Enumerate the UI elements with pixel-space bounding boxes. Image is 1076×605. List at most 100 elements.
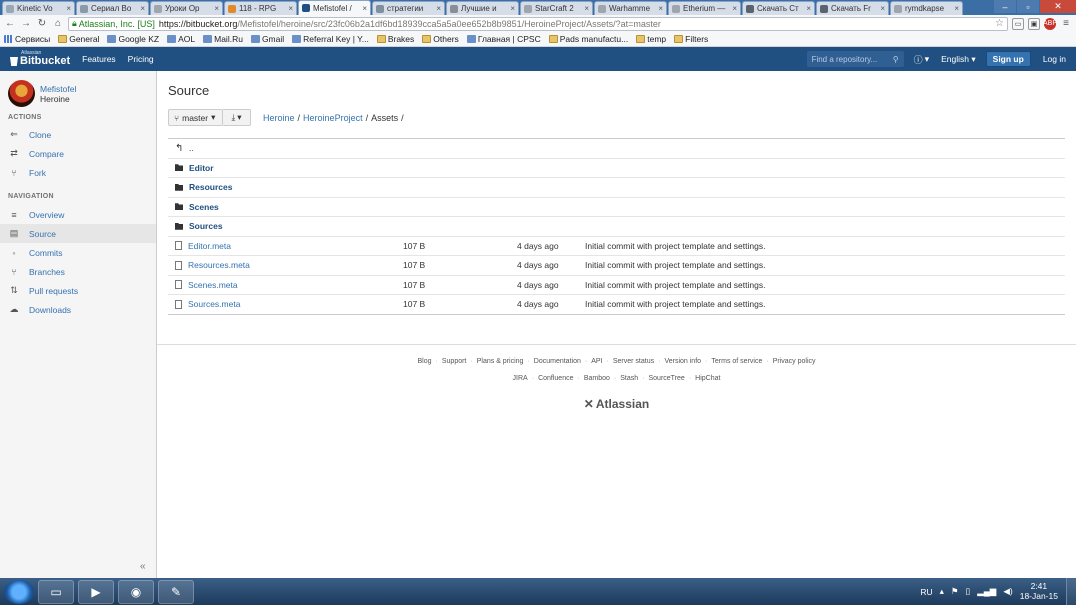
sidebar-item-pull-requests[interactable]: ⇅ Pull requests [0,281,156,300]
home-icon[interactable]: ⌂ [52,18,64,30]
browser-tab[interactable]: Уроки Ор × [150,1,223,15]
bookmark-item[interactable]: Google KZ [107,34,159,44]
folder-link[interactable]: Scenes [189,202,219,212]
device-icon[interactable]: ▯ [966,586,971,597]
tab-close-icon[interactable]: × [658,4,663,13]
bookmark-item[interactable]: Сервисы [4,34,50,44]
tab-close-icon[interactable]: × [66,4,71,13]
browser-tab[interactable]: Сериал Во × [76,1,149,15]
nav-pricing[interactable]: Pricing [128,54,154,64]
minimize-button[interactable]: – [994,0,1016,13]
tab-close-icon[interactable]: × [140,4,145,13]
footer-link[interactable]: Support [438,358,471,365]
tab-close-icon[interactable]: × [288,4,293,13]
file-row[interactable]: Resources.meta 107 B 4 days ago Initial com… [168,256,1065,276]
forward-icon[interactable]: → [20,18,32,30]
bookmark-item[interactable]: Referral Key | Y... [292,34,369,44]
footer-link[interactable]: Version info [660,358,705,365]
network-icon[interactable]: ▂▄▆ [977,586,996,597]
browser-tab[interactable]: стратегии × [372,1,445,15]
folder-link[interactable]: Editor [189,163,214,173]
action-center-flag-icon[interactable]: ⚑ [951,586,959,597]
address-bar[interactable]: 🔒︎ Atlassian, Inc. [US] https://bitbucke… [68,16,1008,31]
language-dropdown[interactable]: English ▾ [941,54,976,65]
tab-close-icon[interactable]: × [436,4,441,13]
footer-link[interactable]: HipChat [691,375,724,382]
footer-link[interactable]: Documentation [530,358,585,365]
tab-close-icon[interactable]: × [362,4,367,13]
bookmark-item[interactable]: Gmail [250,34,284,44]
bookmark-item[interactable]: temp [636,34,666,44]
bookmark-star-icon[interactable]: ☆ [995,18,1004,29]
footer-link[interactable]: SourceTree [645,375,689,382]
download-button[interactable]: ⤓ ▾ [223,109,251,126]
file-link[interactable]: Resources.meta [188,260,250,270]
sidebar-item-compare[interactable]: ⇄ Compare [0,144,156,163]
collapse-sidebar-icon[interactable]: « [140,561,146,572]
footer-link[interactable]: API [587,358,606,365]
extension-icon[interactable]: ▭ [1012,17,1024,30]
browser-tab[interactable]: Скачать Fr × [816,1,889,15]
taskbar-app-paint[interactable]: ✎ [158,579,194,604]
log-in-link[interactable]: Log in [1043,54,1066,64]
taskbar-app-explorer[interactable]: ▭ [38,579,74,604]
footer-link[interactable]: Stash [616,375,642,382]
file-link[interactable]: Sources.meta [188,299,240,309]
show-desktop-button[interactable] [1066,578,1076,605]
sign-up-button[interactable]: Sign up [985,51,1031,67]
maximize-button[interactable]: ▫ [1017,0,1039,13]
file-row[interactable]: Scenes.meta 107 B 4 days ago Initial commit… [168,276,1065,295]
owner-link[interactable]: Mefistofel [40,84,76,94]
footer-link[interactable]: Confluence [534,375,577,382]
tray-arrow-icon[interactable]: ▴ [940,586,944,597]
file-row[interactable]: Editor.meta 107 B 4 days ago Initial commit… [168,237,1065,256]
folder-row[interactable]: Scenes [168,198,1065,217]
bookmark-item[interactable]: AOL [167,34,195,44]
file-link[interactable]: Scenes.meta [188,280,238,290]
nav-features[interactable]: Features [82,54,116,64]
folder-link[interactable]: Resources [189,182,232,192]
avatar[interactable] [8,80,35,107]
footer-link[interactable]: Blog [414,358,436,365]
bookmark-item[interactable]: Mail.Ru [203,34,243,44]
browser-tab[interactable]: Kinetic Vo × [2,1,75,15]
browser-tab[interactable]: Etherium — × [668,1,741,15]
extension-icon[interactable]: ▣ [1028,17,1040,30]
browser-tab[interactable]: Лучшие и × [446,1,519,15]
browser-tab[interactable]: Warhamme × [594,1,667,15]
folder-link[interactable]: Sources [189,221,223,231]
tab-close-icon[interactable]: × [510,4,515,13]
file-row[interactable]: Sources.meta 107 B 4 days ago Initial commi… [168,295,1065,315]
tab-close-icon[interactable]: × [806,4,811,13]
tab-close-icon[interactable]: × [214,4,219,13]
sidebar-item-commits[interactable]: ◦ Commits [0,243,156,262]
browser-tab[interactable]: StarCraft 2 × [520,1,593,15]
volume-icon[interactable]: ◀) [1003,586,1012,597]
browser-tab[interactable]: Скачать Ст × [742,1,815,15]
adblock-plus-icon[interactable]: ABP [1043,17,1057,30]
tab-close-icon[interactable]: × [954,4,959,13]
clock[interactable]: 2:41 18-Jan-15 [1020,581,1058,602]
footer-link[interactable]: Bamboo [580,375,614,382]
browser-tab[interactable]: 118 - RPG × [224,1,297,15]
browser-tab[interactable]: rymdkapse × [890,1,963,15]
menu-icon[interactable]: ≡ [1060,18,1072,30]
atlassian-logo[interactable]: ✕ Atlassian [157,397,1076,411]
bookmark-item[interactable]: Главная | CPSC [466,34,541,44]
repository-search-input[interactable]: Find a repository... ⚲ [806,51,904,67]
back-icon[interactable]: ← [4,18,16,30]
sidebar-item-downloads[interactable]: ☁ Downloads [0,300,156,319]
footer-link[interactable]: Terms of service [707,358,766,365]
secure-badge[interactable]: 🔒︎ Atlassian, Inc. [US] [72,18,155,29]
folder-row[interactable]: Resources [168,178,1065,198]
taskbar-app-media-player[interactable]: ▶ [78,579,114,604]
sidebar-item-source[interactable]: ▤ Source [0,224,156,243]
footer-link[interactable]: JIRA [509,375,532,382]
start-button[interactable] [4,579,34,604]
footer-link[interactable]: Server status [609,358,658,365]
bookmark-item[interactable]: Brakes [376,34,414,44]
bookmark-item[interactable]: Others [422,34,459,44]
folder-row[interactable]: Sources [168,217,1065,237]
breadcrumb-heroine[interactable]: Heroine [263,113,295,123]
sidebar-item-overview[interactable]: ≡ Overview [0,205,156,224]
